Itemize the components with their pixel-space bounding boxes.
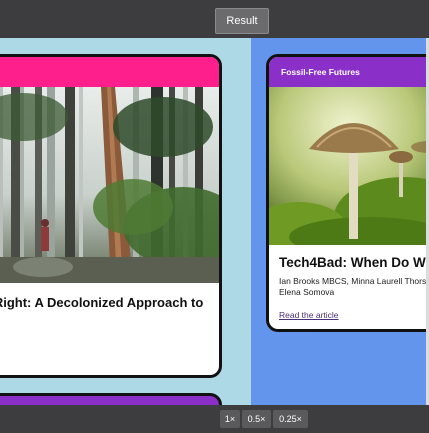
read-article-link[interactable]: Read the article [269,298,429,320]
mushroom-image [269,87,429,245]
card-category-label: Fossil-Free Futures [281,67,360,77]
card-authors: Ian Brooks MBCS, Minna Laurell Thors Ele… [269,270,429,298]
article-card: Fossil-Free Futures Tech4Bad: When Do We… [266,54,429,332]
zoom-1x-button[interactable]: 1× [220,410,240,428]
result-tab[interactable]: Result [215,8,269,34]
card-authors-line: Ian Brooks MBCS, Minna Laurell Thors [279,276,427,286]
next-article-card [0,393,222,405]
card-category-band: Fossil-Free Futures [269,57,429,87]
article-card: e Right: A Decolonized Approach to [0,54,222,378]
card-title[interactable]: e Right: A Decolonized Approach to [0,283,219,310]
misty-forest-image [0,87,219,283]
zoom-quarter-button[interactable]: 0.25× [273,410,308,428]
editor-top-bar: Result [0,0,429,38]
card-title[interactable]: Tech4Bad: When Do We S [269,245,429,270]
card-category-band [0,57,219,87]
editor-bottom-bar: 1× 0.5× 0.25× [0,405,429,433]
zoom-half-button[interactable]: 0.5× [242,410,271,428]
result-preview: e Right: A Decolonized Approach to Fossi… [0,38,429,405]
card-authors-line: Elena Somova [279,287,335,297]
